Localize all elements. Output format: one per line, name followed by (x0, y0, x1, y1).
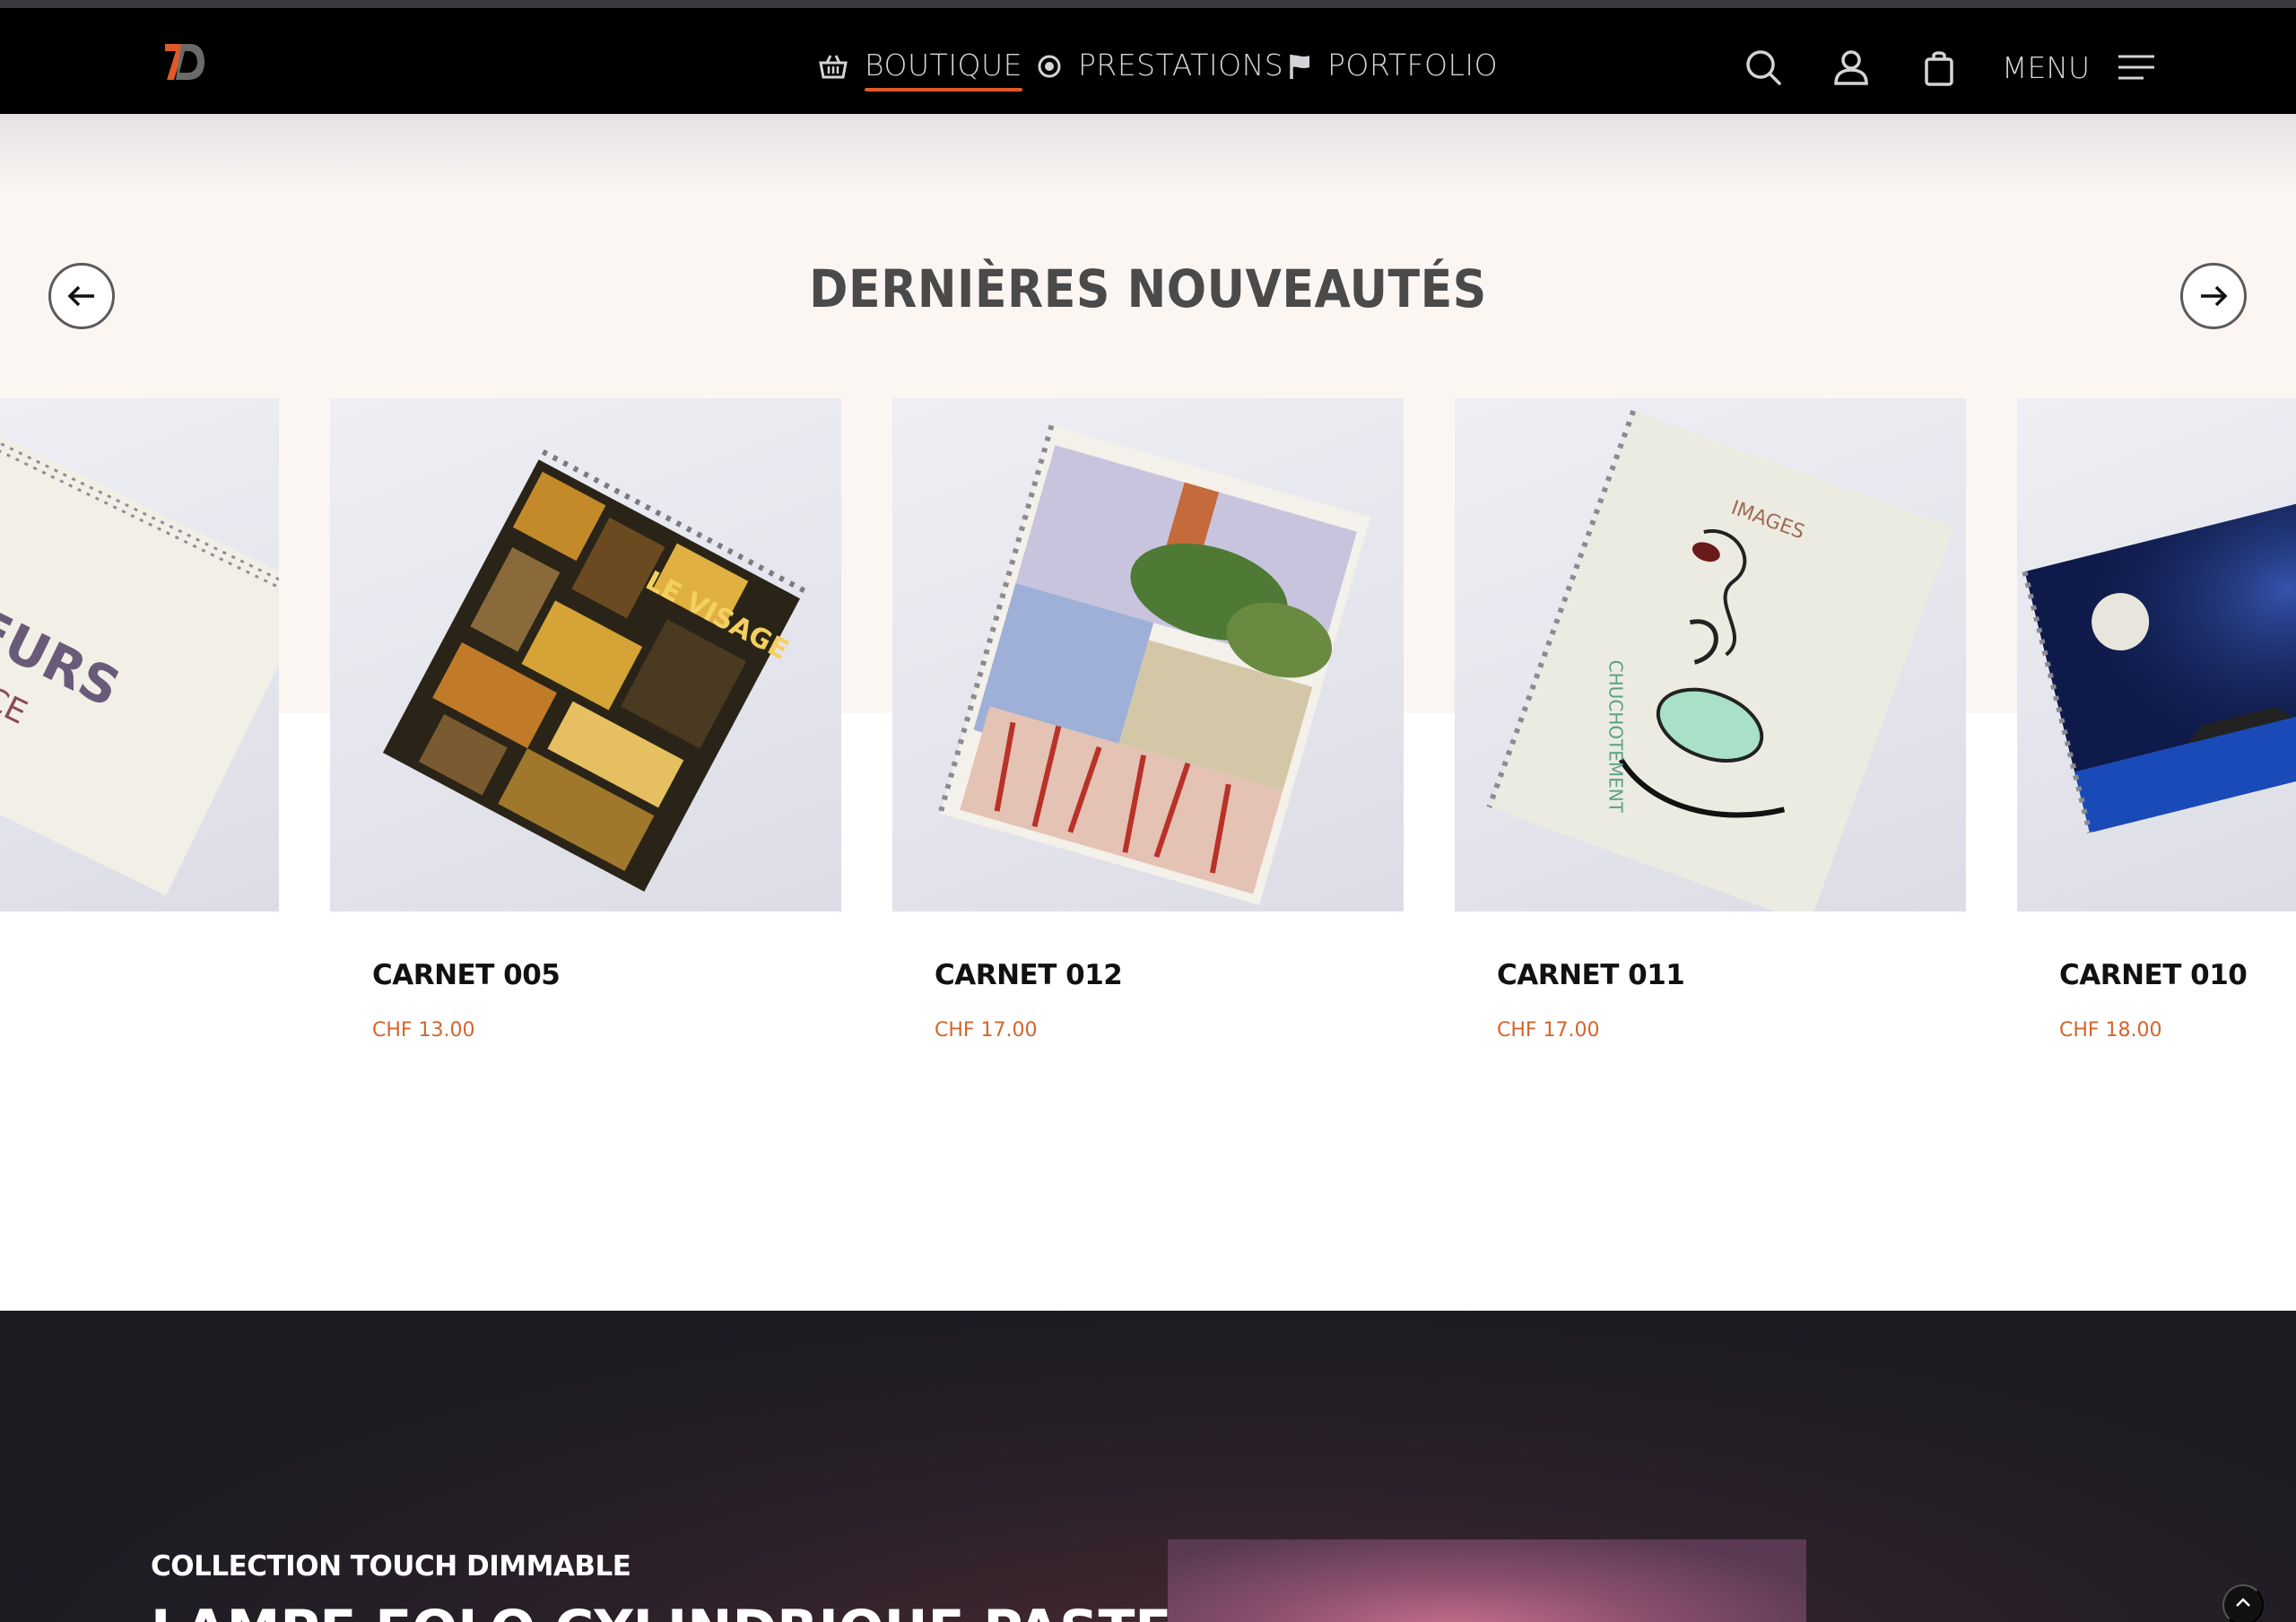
top-strip (0, 0, 2296, 8)
bag-icon[interactable] (1919, 48, 1959, 87)
product-price: CHF 13.00 (372, 1019, 475, 1042)
nav-boutique[interactable]: BOUTIQUE (818, 42, 1023, 92)
product-name[interactable]: CARNET 011 (1497, 959, 1685, 991)
target-icon (1038, 55, 1061, 78)
nav-prestations-label: PRESTATIONS (1078, 47, 1284, 83)
promo-subtitle: COLLECTION TOUCH DIMMABLE (151, 1550, 631, 1583)
menu-label: MENU (2002, 49, 2091, 85)
product-image[interactable]: LEURS FORCE (0, 398, 279, 911)
promo-title: LAMPE EOLO CYLINDRIQUE PASTEL (151, 1599, 1206, 1622)
product-name[interactable]: CARNET 010 (2059, 959, 2248, 991)
hamburger-icon (2118, 55, 2155, 80)
product-image[interactable] (2017, 398, 2296, 911)
flag-icon (1290, 55, 1309, 79)
product-price: CHF 17.00 (1497, 1019, 1600, 1042)
logo-7d[interactable] (163, 39, 206, 85)
nav-portfolio-label: PORTFOLIO (1327, 47, 1499, 83)
product-name[interactable]: CARNET 005 (372, 959, 561, 991)
site-header: BOUTIQUE PRESTATIONS PORTFOLIO MENU (0, 8, 2296, 114)
user-icon[interactable] (1831, 48, 1871, 87)
product-image[interactable] (892, 398, 1404, 911)
product-image[interactable]: IMAGES CHUCHOTEMENT (1455, 398, 1966, 911)
arrow-right-icon (2201, 285, 2228, 307)
product-price: CHF 17.00 (935, 1019, 1038, 1042)
carousel-prev-button[interactable] (48, 263, 115, 329)
svg-text:CHUCHOTEMENT: CHUCHOTEMENT (1605, 660, 1627, 814)
product-image[interactable]: LE VISAGE (330, 398, 841, 911)
chevron-up-icon (2236, 1598, 2250, 1607)
menu-button[interactable]: MENU (2002, 48, 2156, 87)
search-icon[interactable] (1744, 48, 1783, 87)
arrow-left-icon (67, 285, 94, 307)
scroll-top-button[interactable] (2222, 1584, 2264, 1622)
product-name[interactable]: CARNET 012 (935, 959, 1123, 991)
nav-prestations[interactable]: PRESTATIONS (1037, 42, 1283, 91)
nav-portfolio[interactable]: PORTFOLIO (1288, 42, 1498, 91)
nav-boutique-label: BOUTIQUE (865, 48, 1023, 92)
promo-image[interactable] (1168, 1539, 1806, 1622)
section-title: DERNIÈRES NOUVEAUTÉS (809, 258, 1487, 319)
carousel-next-button[interactable] (2180, 263, 2247, 329)
basket-icon (819, 55, 848, 79)
product-price: CHF 18.00 (2059, 1019, 2162, 1042)
